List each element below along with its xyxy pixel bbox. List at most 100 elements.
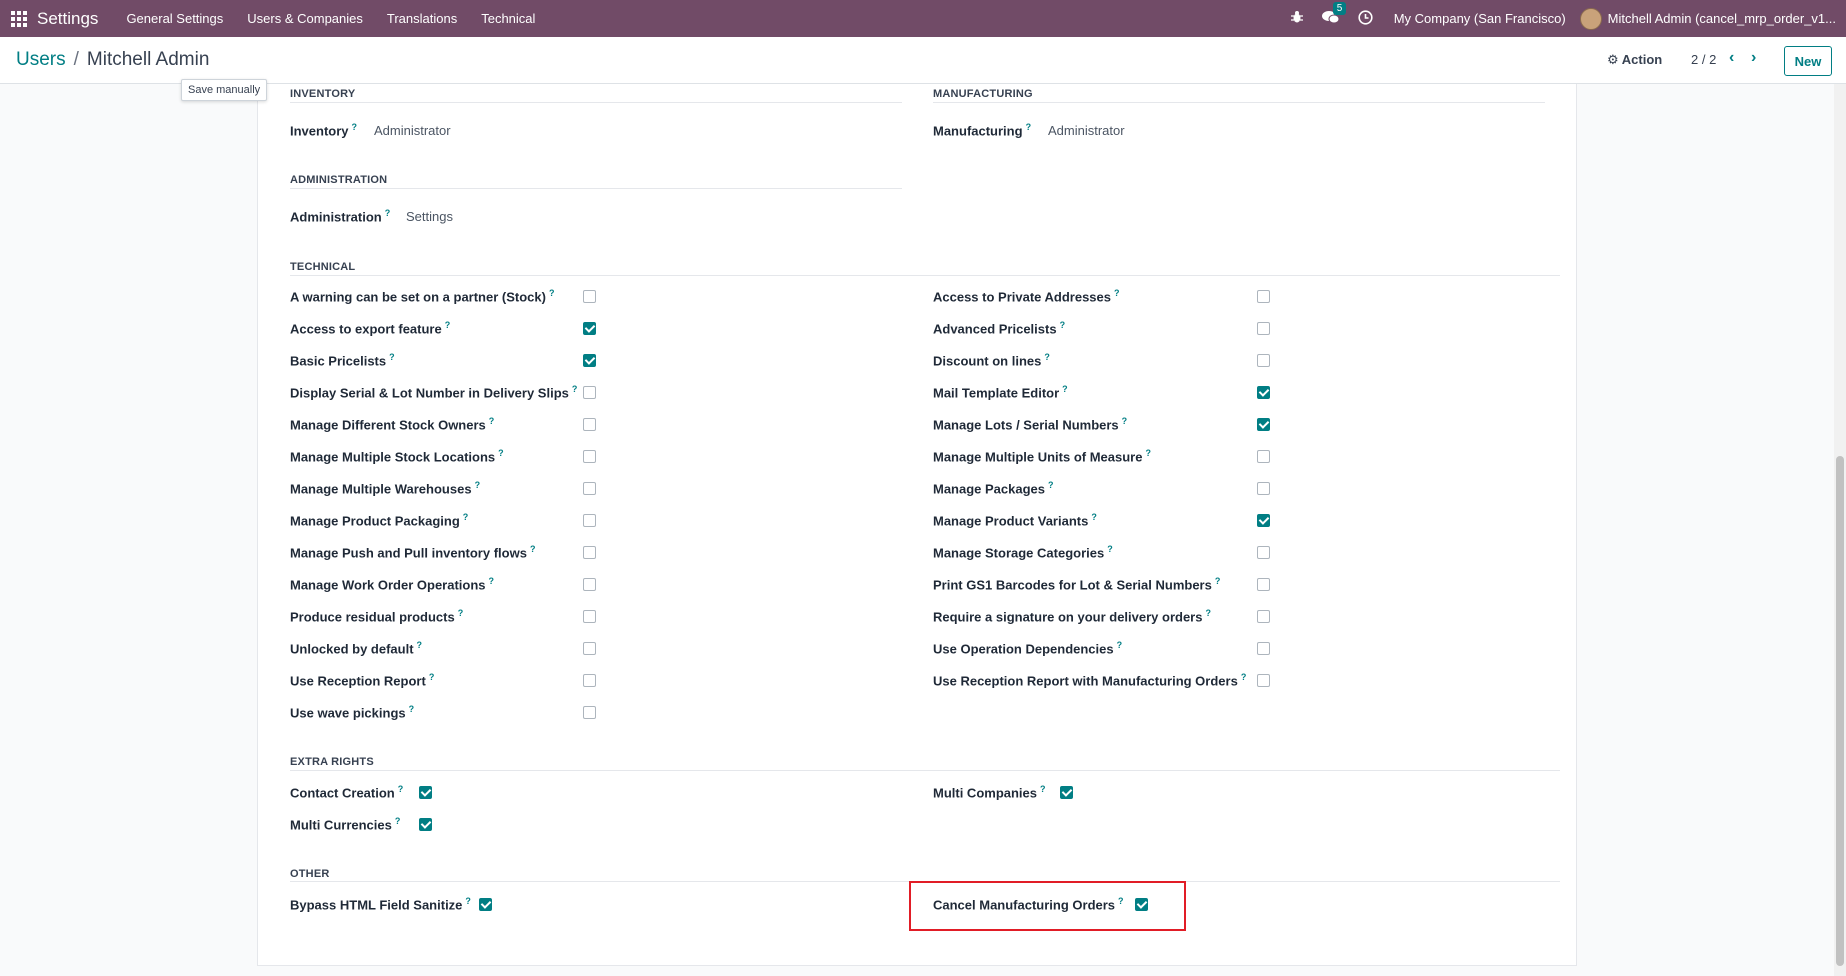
- checkbox[interactable]: [583, 610, 596, 623]
- help-icon[interactable]: ?: [530, 544, 536, 554]
- company-switcher[interactable]: My Company (San Francisco): [1394, 11, 1566, 26]
- checkbox[interactable]: [583, 386, 596, 399]
- help-icon[interactable]: ?: [1062, 384, 1068, 394]
- help-icon[interactable]: ?: [409, 704, 415, 714]
- help-icon[interactable]: ?: [389, 352, 395, 362]
- checkbox[interactable]: [583, 322, 596, 335]
- help-icon[interactable]: ?: [445, 320, 451, 330]
- checkbox[interactable]: [583, 578, 596, 591]
- help-icon[interactable]: ?: [1026, 122, 1032, 132]
- help-icon[interactable]: ?: [463, 512, 469, 522]
- avatar[interactable]: [1579, 7, 1602, 30]
- checkbox[interactable]: [1257, 290, 1270, 303]
- help-icon[interactable]: ?: [1205, 608, 1211, 618]
- checkbox[interactable]: [583, 706, 596, 719]
- checkbox[interactable]: [1257, 578, 1270, 591]
- checkbox[interactable]: [419, 786, 432, 799]
- menu-general-settings[interactable]: General Settings: [114, 0, 235, 37]
- menu-users-companies[interactable]: Users & Companies: [235, 0, 375, 37]
- label-text: Display Serial & Lot Number in Delivery …: [290, 385, 569, 401]
- help-icon[interactable]: ?: [1145, 448, 1151, 458]
- checkbox[interactable]: [419, 818, 432, 831]
- bug-icon[interactable]: [1290, 10, 1304, 27]
- chat-icon[interactable]: 5: [1321, 2, 1347, 27]
- checkbox[interactable]: [1257, 514, 1270, 527]
- help-icon[interactable]: ?: [489, 576, 495, 586]
- checkbox[interactable]: [583, 514, 596, 527]
- checkbox[interactable]: [1257, 482, 1270, 495]
- field-value-administration[interactable]: Settings: [406, 209, 453, 224]
- help-icon[interactable]: ?: [395, 816, 401, 826]
- help-icon[interactable]: ?: [489, 416, 495, 426]
- checkbox[interactable]: [479, 898, 492, 911]
- checkbox[interactable]: [583, 642, 596, 655]
- help-icon[interactable]: ?: [385, 208, 391, 218]
- pager-value[interactable]: 2 / 2: [1691, 52, 1716, 67]
- chat-badge: 5: [1332, 2, 1347, 15]
- field-value-inventory[interactable]: Administrator: [374, 123, 451, 138]
- checkbox[interactable]: [583, 418, 596, 431]
- help-icon[interactable]: ?: [1215, 576, 1221, 586]
- label-text: Manage Packages: [933, 481, 1046, 497]
- field-value-manufacturing[interactable]: Administrator: [1048, 123, 1125, 138]
- help-icon[interactable]: ?: [1048, 480, 1054, 490]
- help-icon[interactable]: ?: [458, 608, 464, 618]
- help-icon[interactable]: ?: [352, 122, 358, 132]
- checkbox[interactable]: [583, 354, 596, 367]
- checkbox[interactable]: [1257, 610, 1270, 623]
- checkbox[interactable]: [583, 674, 596, 687]
- help-icon[interactable]: ?: [549, 288, 555, 298]
- field-label: Advanced Pricelists?: [933, 320, 1065, 336]
- checkbox[interactable]: [1257, 450, 1270, 463]
- help-icon[interactable]: ?: [465, 896, 471, 906]
- checkbox[interactable]: [1257, 386, 1270, 399]
- help-icon[interactable]: ?: [498, 448, 504, 458]
- checkbox[interactable]: [583, 290, 596, 303]
- chevron-right-icon[interactable]: ›: [1751, 49, 1756, 67]
- checkbox[interactable]: [583, 450, 596, 463]
- scrollbar-thumb[interactable]: [1836, 456, 1844, 966]
- new-button[interactable]: New: [1784, 46, 1832, 76]
- help-icon[interactable]: ?: [572, 384, 578, 394]
- label-text: Advanced Pricelists: [933, 321, 1057, 337]
- help-icon[interactable]: ?: [1060, 320, 1066, 330]
- help-icon[interactable]: ?: [475, 480, 481, 490]
- label-text: A warning can be set on a partner (Stock…: [290, 289, 546, 305]
- checkbox[interactable]: [1257, 674, 1270, 687]
- help-icon[interactable]: ?: [1117, 640, 1123, 650]
- help-icon[interactable]: ?: [1044, 352, 1050, 362]
- gear-icon: ⚙: [1607, 52, 1619, 67]
- action-menu-button[interactable]: ⚙ Action: [1607, 52, 1662, 68]
- label-text: Administration: [290, 209, 382, 225]
- checkbox[interactable]: [1257, 322, 1270, 335]
- apps-menu-icon[interactable]: [11, 10, 27, 27]
- label-text: Produce residual products: [290, 609, 455, 625]
- checkbox[interactable]: [583, 482, 596, 495]
- user-menu[interactable]: Mitchell Admin (cancel_mrp_order_v1...: [1608, 11, 1836, 26]
- breadcrumb-users[interactable]: Users: [16, 49, 66, 70]
- checkbox[interactable]: [1257, 354, 1270, 367]
- menu-translations[interactable]: Translations: [375, 0, 469, 37]
- help-icon[interactable]: ?: [398, 784, 404, 794]
- clock-icon[interactable]: [1358, 9, 1373, 28]
- menu-technical[interactable]: Technical: [469, 0, 547, 37]
- checkbox[interactable]: [1257, 418, 1270, 431]
- help-icon[interactable]: ?: [429, 672, 435, 682]
- chevron-left-icon[interactable]: ‹: [1729, 49, 1734, 67]
- help-icon[interactable]: ?: [1107, 544, 1113, 554]
- checkbox[interactable]: [583, 546, 596, 559]
- checkbox[interactable]: [1060, 786, 1073, 799]
- help-icon[interactable]: ?: [1040, 784, 1046, 794]
- checkbox[interactable]: [1257, 642, 1270, 655]
- help-icon[interactable]: ?: [1091, 512, 1097, 522]
- help-icon[interactable]: ?: [1122, 416, 1128, 426]
- label-text: Access to export feature: [290, 321, 442, 337]
- checkbox[interactable]: [1257, 546, 1270, 559]
- app-name[interactable]: Settings: [37, 9, 98, 29]
- field-label: Use Reception Report?: [290, 672, 434, 688]
- field-label: Manage Multiple Warehouses?: [290, 480, 480, 496]
- help-icon[interactable]: ?: [1114, 288, 1120, 298]
- help-icon[interactable]: ?: [417, 640, 423, 650]
- scrollbar[interactable]: [1834, 84, 1846, 976]
- help-icon[interactable]: ?: [1241, 672, 1247, 682]
